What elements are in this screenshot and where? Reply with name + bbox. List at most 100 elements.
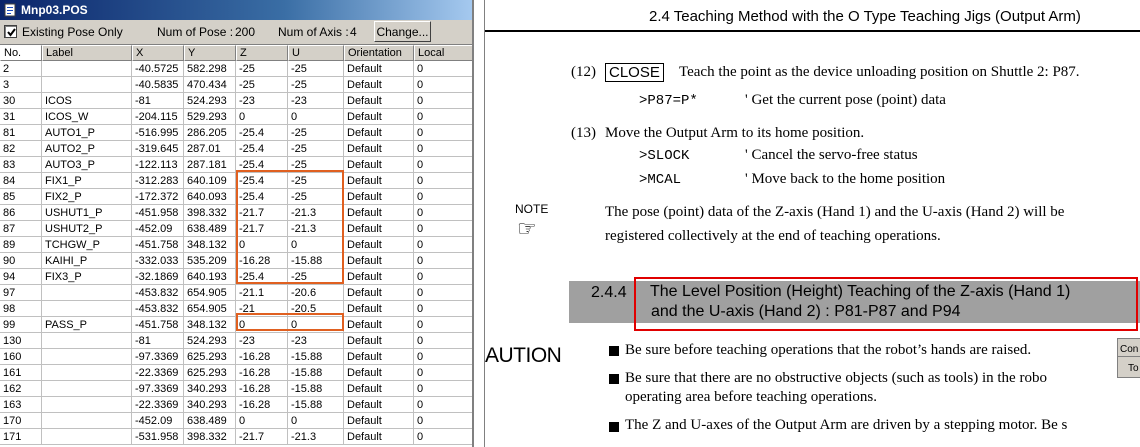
title-bar[interactable]: Mnp03.POS [0, 0, 472, 20]
cell-u[interactable]: -25 [288, 61, 344, 77]
cell-x[interactable]: -451.958 [132, 205, 184, 221]
cell-z[interactable]: -25.4 [236, 141, 288, 157]
cell-local[interactable]: 0 [414, 365, 472, 381]
cell-u[interactable]: -21.3 [288, 221, 344, 237]
cell-y[interactable]: 340.293 [184, 381, 236, 397]
table-row[interactable]: 99 PASS_P -451.758 348.132 0 0 Default 0 [0, 317, 472, 333]
cell-label[interactable] [42, 77, 132, 93]
cell-y[interactable]: 529.293 [184, 109, 236, 125]
partial-dialog[interactable]: Con To [1117, 338, 1140, 378]
cell-y[interactable]: 625.293 [184, 349, 236, 365]
cell-y[interactable]: 286.205 [184, 125, 236, 141]
table-row[interactable]: 2 -40.5725 582.298 -25 -25 Default 0 [0, 61, 472, 77]
cell-no[interactable]: 98 [0, 301, 42, 317]
cell-local[interactable]: 0 [414, 349, 472, 365]
table-row[interactable]: 97 -453.832 654.905 -21.1 -20.6 Default 0 [0, 285, 472, 301]
cell-label[interactable] [42, 381, 132, 397]
table-row[interactable]: 31 ICOS_W -204.115 529.293 0 0 Default 0 [0, 109, 472, 125]
cell-x[interactable]: -312.283 [132, 173, 184, 189]
cell-orientation[interactable]: Default [344, 77, 414, 93]
cell-z[interactable]: 0 [236, 109, 288, 125]
cell-no[interactable]: 86 [0, 205, 42, 221]
cell-u[interactable]: -15.88 [288, 349, 344, 365]
cell-no[interactable]: 89 [0, 237, 42, 253]
cell-orientation[interactable]: Default [344, 173, 414, 189]
cell-z[interactable]: -23 [236, 93, 288, 109]
cell-orientation[interactable]: Default [344, 397, 414, 413]
cell-u[interactable]: -23 [288, 333, 344, 349]
column-header-label[interactable]: Label [42, 45, 132, 61]
cell-y[interactable]: 640.093 [184, 189, 236, 205]
table-row[interactable]: 160 -97.3369 625.293 -16.28 -15.88 Default 0 [0, 349, 472, 365]
cell-local[interactable]: 0 [414, 189, 472, 205]
cell-label[interactable] [42, 413, 132, 429]
cell-no[interactable]: 83 [0, 157, 42, 173]
cell-orientation[interactable]: Default [344, 301, 414, 317]
cell-u[interactable]: -25 [288, 173, 344, 189]
column-header-z[interactable]: Z [236, 45, 288, 61]
cell-no[interactable]: 162 [0, 381, 42, 397]
table-row[interactable]: 84 FIX1_P -312.283 640.109 -25.4 -25 Default 0 [0, 173, 472, 189]
cell-u[interactable]: -20.6 [288, 285, 344, 301]
cell-z[interactable]: -25.4 [236, 157, 288, 173]
cell-u[interactable]: -15.88 [288, 381, 344, 397]
cell-y[interactable]: 638.489 [184, 221, 236, 237]
cell-no[interactable]: 85 [0, 189, 42, 205]
cell-no[interactable]: 81 [0, 125, 42, 141]
cell-label[interactable]: FIX3_P [42, 269, 132, 285]
cell-z[interactable]: -21.1 [236, 285, 288, 301]
cell-label[interactable] [42, 285, 132, 301]
cell-u[interactable]: -25 [288, 157, 344, 173]
cell-x[interactable]: -531.958 [132, 429, 184, 445]
cell-orientation[interactable]: Default [344, 285, 414, 301]
cell-x[interactable]: -172.372 [132, 189, 184, 205]
cell-no[interactable]: 163 [0, 397, 42, 413]
cell-orientation[interactable]: Default [344, 221, 414, 237]
cell-orientation[interactable]: Default [344, 381, 414, 397]
cell-no[interactable]: 87 [0, 221, 42, 237]
cell-x[interactable]: -452.09 [132, 221, 184, 237]
cell-orientation[interactable]: Default [344, 365, 414, 381]
cell-u[interactable]: -25 [288, 189, 344, 205]
table-row[interactable]: 83 AUTO3_P -122.113 287.181 -25.4 -25 Default 0 [0, 157, 472, 173]
cell-x[interactable]: -97.3369 [132, 381, 184, 397]
cell-x[interactable]: -122.113 [132, 157, 184, 173]
cell-z[interactable]: -16.28 [236, 253, 288, 269]
cell-no[interactable]: 90 [0, 253, 42, 269]
cell-label[interactable]: USHUT1_P [42, 205, 132, 221]
cell-u[interactable]: 0 [288, 413, 344, 429]
cell-x[interactable]: -97.3369 [132, 349, 184, 365]
cell-no[interactable]: 94 [0, 269, 42, 285]
table-row[interactable]: 85 FIX2_P -172.372 640.093 -25.4 -25 Default 0 [0, 189, 472, 205]
cell-y[interactable]: 654.905 [184, 301, 236, 317]
cell-local[interactable]: 0 [414, 61, 472, 77]
cell-u[interactable]: -15.88 [288, 253, 344, 269]
cell-x[interactable]: -204.115 [132, 109, 184, 125]
cell-x[interactable]: -516.995 [132, 125, 184, 141]
cell-no[interactable]: 84 [0, 173, 42, 189]
cell-x[interactable]: -451.758 [132, 317, 184, 333]
cell-local[interactable]: 0 [414, 93, 472, 109]
cell-local[interactable]: 0 [414, 205, 472, 221]
cell-local[interactable]: 0 [414, 317, 472, 333]
cell-z[interactable]: 0 [236, 413, 288, 429]
cell-y[interactable]: 654.905 [184, 285, 236, 301]
cell-orientation[interactable]: Default [344, 429, 414, 445]
cell-local[interactable]: 0 [414, 77, 472, 93]
cell-local[interactable]: 0 [414, 221, 472, 237]
cell-y[interactable]: 287.181 [184, 157, 236, 173]
table-row[interactable]: 90 KAIHI_P -332.033 535.209 -16.28 -15.88 Defa… [0, 253, 472, 269]
cell-orientation[interactable]: Default [344, 141, 414, 157]
cell-label[interactable] [42, 349, 132, 365]
cell-orientation[interactable]: Default [344, 317, 414, 333]
cell-y[interactable]: 348.132 [184, 237, 236, 253]
cell-local[interactable]: 0 [414, 269, 472, 285]
table-row[interactable]: 30 ICOS -81 524.293 -23 -23 Default 0 [0, 93, 472, 109]
cell-local[interactable]: 0 [414, 109, 472, 125]
cell-local[interactable]: 0 [414, 157, 472, 173]
cell-x[interactable]: -453.832 [132, 301, 184, 317]
cell-local[interactable]: 0 [414, 333, 472, 349]
cell-local[interactable]: 0 [414, 237, 472, 253]
cell-no[interactable]: 31 [0, 109, 42, 125]
cell-z[interactable]: 0 [236, 317, 288, 333]
